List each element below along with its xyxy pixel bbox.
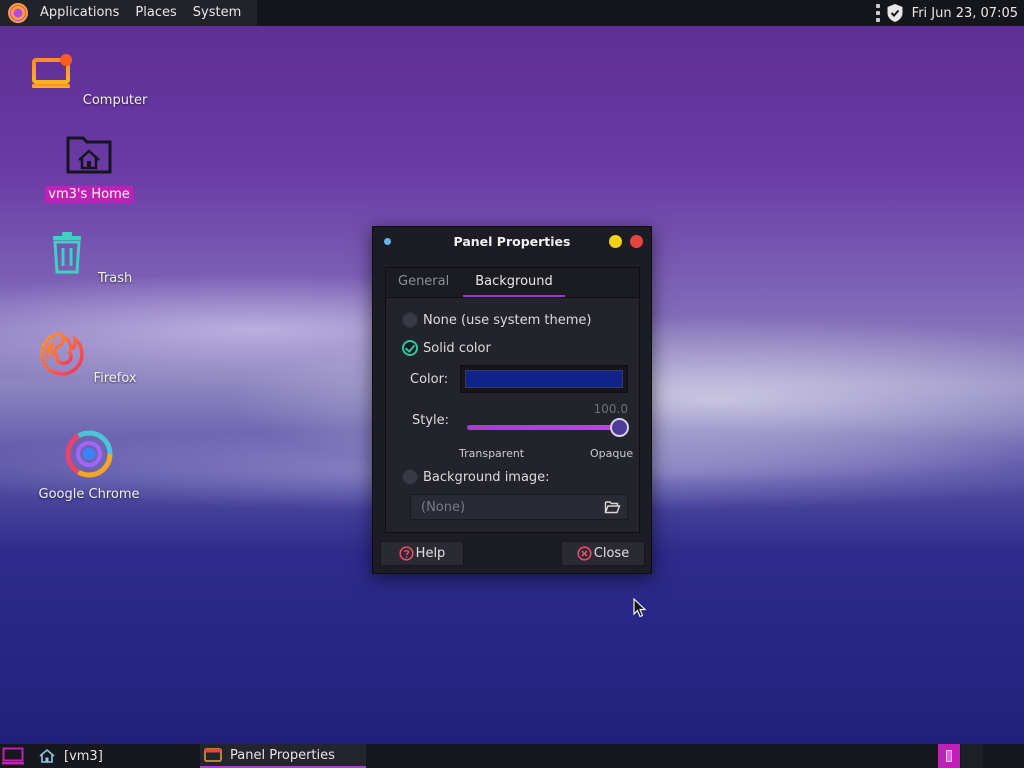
folder-open-icon [604, 501, 621, 514]
tab-general[interactable]: General [386, 268, 461, 297]
color-swatch [465, 370, 623, 388]
window-titlebar[interactable]: Panel Properties [373, 227, 651, 256]
close-button[interactable]: Close [561, 541, 645, 566]
opacity-slider-track[interactable] [467, 425, 619, 430]
panel-icon [204, 748, 222, 762]
home-folder-icon [66, 136, 112, 174]
slider-min-label: Transparent [459, 447, 525, 460]
window-title: Panel Properties [453, 234, 571, 249]
image-file-chooser[interactable]: (None) [410, 494, 628, 520]
option-image-label: Background image: [423, 469, 550, 485]
trash-icon [52, 232, 81, 274]
slider-max-label: Opaque [590, 447, 634, 460]
help-icon [399, 546, 414, 561]
color-label: Color: [410, 372, 449, 387]
desktop-icon-computer[interactable]: Computer [24, 52, 154, 109]
panel-properties-window: Panel Properties General Background None… [372, 226, 652, 574]
option-none[interactable]: None (use system theme) [402, 312, 591, 328]
radio-solid-color[interactable] [402, 340, 418, 356]
window-close-button[interactable] [630, 235, 643, 248]
desktop-icon-chrome[interactable]: Google Chrome [24, 430, 154, 503]
show-desktop-icon [2, 747, 24, 765]
option-background-image[interactable]: Background image: [402, 469, 550, 485]
mouse-cursor-icon [633, 598, 647, 618]
task-panel-properties[interactable]: Panel Properties [200, 744, 366, 768]
chrome-icon [65, 430, 113, 478]
desktop-icon-label: Firefox [93, 371, 137, 386]
desktop-icon-label: Google Chrome [38, 487, 140, 502]
desktop-icon-label: vm3's Home [45, 186, 133, 203]
desktop-icon-label: Trash [97, 271, 133, 286]
bottom-panel: [vm3] Panel Properties [0, 744, 1024, 768]
task-home[interactable]: [vm3] [36, 744, 196, 768]
help-button-label: Help [415, 546, 446, 561]
desktop-icon-label: Computer [82, 93, 148, 108]
top-panel: Applications Places System Fri Jun 23, 0… [0, 0, 1024, 26]
desktop-icon-firefox[interactable]: Firefox [24, 330, 154, 387]
close-circle-icon [577, 546, 592, 561]
task-home-label: [vm3] [64, 748, 103, 764]
slider-value: 100.0 [593, 402, 628, 416]
computer-icon [31, 54, 72, 88]
desktop-icon-home[interactable]: vm3's Home [24, 130, 154, 203]
clock[interactable]: Fri Jun 23, 07:05 [912, 6, 1024, 21]
main-menu-bar: Applications Places System [0, 0, 258, 26]
menu-system[interactable]: System [185, 0, 249, 26]
task-panel-properties-label: Panel Properties [230, 747, 335, 763]
radio-background-image[interactable] [402, 469, 418, 485]
workspace-1[interactable] [938, 744, 960, 768]
option-solid-color[interactable]: Solid color [402, 340, 491, 356]
opacity-slider-handle[interactable] [610, 418, 629, 437]
menu-places[interactable]: Places [127, 0, 184, 26]
home-icon [39, 748, 55, 763]
tab-background[interactable]: Background [463, 268, 565, 297]
more-options-icon[interactable] [875, 4, 880, 22]
image-file-value: (None) [421, 499, 466, 515]
radio-none[interactable] [402, 312, 418, 328]
show-desktop-button[interactable] [0, 744, 26, 768]
option-solid-label: Solid color [423, 340, 491, 356]
panel-tray: Fri Jun 23, 07:05 [875, 0, 1024, 26]
help-button[interactable]: Help [380, 541, 464, 566]
option-none-label: None (use system theme) [423, 312, 592, 328]
shield-check-icon[interactable] [886, 3, 904, 23]
firefox-icon [40, 332, 85, 376]
tab-bar: General Background [386, 268, 639, 298]
properties-notebook: General Background None (use system them… [385, 267, 640, 533]
close-button-label: Close [593, 546, 630, 561]
style-label: Style: [412, 413, 450, 428]
menu-applications[interactable]: Applications [32, 0, 127, 26]
workspace-2[interactable] [961, 744, 983, 768]
desktop-icon-trash[interactable]: Trash [24, 230, 154, 287]
distro-logo-icon[interactable] [8, 3, 28, 23]
minimize-button[interactable] [609, 235, 622, 248]
color-picker-button[interactable] [460, 365, 628, 393]
window-menu-icon[interactable] [384, 238, 391, 245]
